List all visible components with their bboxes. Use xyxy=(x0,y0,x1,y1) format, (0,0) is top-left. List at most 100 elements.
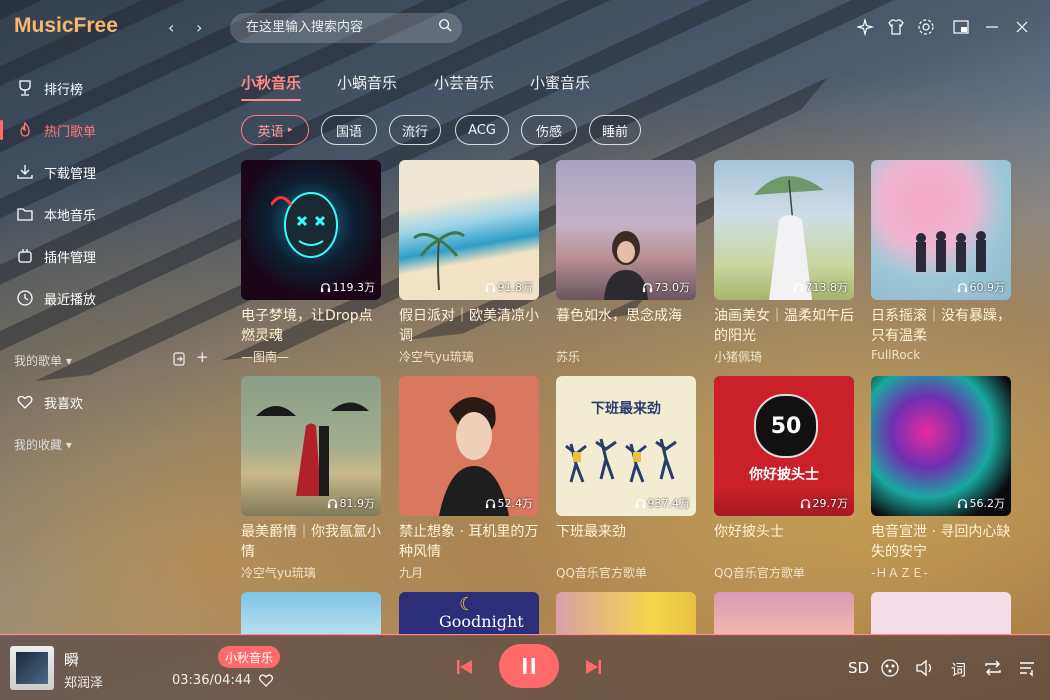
playlist-title: 油画美女｜温柔如午后的阳光 xyxy=(714,308,854,344)
playlist-cover[interactable] xyxy=(556,592,696,635)
quality-button[interactable]: SD xyxy=(848,659,869,677)
playlist-title: 假日派对｜欧美清凉小调 xyxy=(399,308,539,344)
sidebar-item-ranking[interactable]: 排行榜 xyxy=(0,70,215,106)
sidebar-item-favorites[interactable]: 我喜欢 xyxy=(0,384,215,420)
tab-xiaoyun[interactable]: 小芸音乐 xyxy=(434,72,494,93)
playback-time: 03:36/04:44 xyxy=(172,673,252,688)
play-count: 119.3万 xyxy=(320,279,375,295)
playlist-card[interactable]: 81.9万 最美爵情｜你我氤氲小情 冷空气yu琉璃 xyxy=(241,376,381,581)
playlist-author: 冷空气yu琉璃 xyxy=(241,566,316,580)
tag-english[interactable]: 英语 ▸ xyxy=(241,115,309,145)
tab-xiaomi[interactable]: 小蜜音乐 xyxy=(530,72,590,93)
previous-track-icon[interactable] xyxy=(456,659,474,675)
pause-button[interactable] xyxy=(499,644,559,688)
headphones-icon xyxy=(485,498,495,508)
minimize-icon[interactable] xyxy=(983,18,1001,36)
playlist-author: 九月 xyxy=(399,566,424,580)
headphones-icon xyxy=(485,282,495,292)
cover-text: 你好披头士 xyxy=(749,467,819,483)
sidebar-item-hot-playlists[interactable]: 热门歌单 xyxy=(0,112,215,148)
sidebar-item-plugins[interactable]: 插件管理 xyxy=(0,238,215,274)
tag-acg[interactable]: ACG xyxy=(455,115,509,145)
dancing-couple-art xyxy=(256,402,369,496)
playlist-author: FullRock xyxy=(871,348,921,362)
playlist-card[interactable]: 119.3万 电子梦境，让Drop点燃灵魂 —图南— xyxy=(241,160,381,365)
playlist-title: 禁止想象 · 耳机里的万种风情 xyxy=(399,524,539,560)
sidebar-item-downloads[interactable]: 下载管理 xyxy=(0,154,215,190)
back-button[interactable]: ‹ xyxy=(168,18,174,37)
playlist-cover[interactable]: ☾ Goodnight xyxy=(399,592,539,635)
forward-button[interactable]: › xyxy=(196,18,202,37)
sidebar-item-label: 我喜欢 xyxy=(44,396,84,412)
play-count: 937.4万 xyxy=(635,495,690,511)
jumping-people-art xyxy=(565,438,677,483)
sidebar-item-recent[interactable]: 最近播放 xyxy=(0,280,215,316)
folder-icon xyxy=(17,208,33,221)
tag-mandarin[interactable]: 国语 xyxy=(321,115,377,145)
headphones-icon xyxy=(957,282,967,292)
cover-text: Goodnight xyxy=(439,612,524,631)
like-heart-icon[interactable] xyxy=(258,672,274,688)
playlist-cover: 713.8万 xyxy=(714,160,854,300)
close-icon[interactable] xyxy=(1013,18,1031,36)
settings-gear-icon[interactable] xyxy=(917,18,935,36)
theme-shirt-icon[interactable] xyxy=(887,18,905,36)
playlist-title: 电音宣泄 · 寻回内心缺失的安宁 xyxy=(871,524,1011,560)
my-playlists-header[interactable]: 我的歌单 ▾ xyxy=(14,352,72,369)
playlist-card[interactable]: 73.0万 暮色如水，思念成海 苏乐 xyxy=(556,160,696,365)
playlist-cover[interactable] xyxy=(241,592,381,635)
record-disc: 50 xyxy=(754,394,818,458)
download-icon xyxy=(17,165,33,179)
playlist-card[interactable]: 91.8万 假日派对｜欧美清凉小调 冷空气yu琉璃 xyxy=(399,160,539,365)
play-count: 73.0万 xyxy=(642,279,690,295)
playlist-title: 暮色如水，思念成海 xyxy=(556,308,682,324)
mini-mode-icon[interactable] xyxy=(952,18,970,36)
tab-xiaoqiu[interactable]: 小秋音乐 xyxy=(241,72,302,101)
headphones-icon xyxy=(800,498,810,508)
sidebar-item-label: 下载管理 xyxy=(44,166,97,182)
add-playlist-button[interactable]: + xyxy=(196,348,209,366)
band-silhouette-art xyxy=(916,231,986,272)
volume-icon[interactable] xyxy=(915,659,935,677)
play-count: 81.9万 xyxy=(327,495,375,511)
playlist-cover[interactable] xyxy=(871,592,1011,635)
playlist-cover: 下班最来劲 937.4万 xyxy=(556,376,696,516)
plugin-icon xyxy=(18,249,32,263)
search-box[interactable] xyxy=(230,13,462,43)
play-count: 60.9万 xyxy=(957,279,1005,295)
headphones-icon xyxy=(320,282,330,292)
sidebar-item-label: 热门歌单 xyxy=(44,124,97,140)
tag-sad[interactable]: 伤感 xyxy=(521,115,577,145)
now-playing-artist: 郑润泽 xyxy=(64,676,104,691)
sparkle-icon[interactable] xyxy=(857,18,875,36)
tag-pop[interactable]: 流行 xyxy=(389,115,441,145)
search-input[interactable] xyxy=(244,19,428,36)
repeat-icon[interactable] xyxy=(983,659,1003,677)
playlist-cover: 81.9万 xyxy=(241,376,381,516)
my-collections-header[interactable]: 我的收藏 ▾ xyxy=(14,436,72,453)
headphones-icon xyxy=(635,498,645,508)
tag-bedtime[interactable]: 睡前 xyxy=(589,115,641,145)
sound-effect-icon[interactable] xyxy=(880,659,900,677)
headphones-icon xyxy=(327,498,337,508)
tab-xiaowo[interactable]: 小蜗音乐 xyxy=(337,72,397,93)
import-playlist-icon[interactable] xyxy=(172,351,186,367)
lyrics-button[interactable]: 词 xyxy=(951,659,966,680)
playlist-card[interactable]: 713.8万 油画美女｜温柔如午后的阳光 小猪佩琦 xyxy=(714,160,854,365)
playlist-cover[interactable] xyxy=(714,592,854,635)
search-icon[interactable] xyxy=(438,18,452,32)
playlist-card[interactable]: 56.2万 电音宣泄 · 寻回内心缺失的安宁 -ＨＡＺＥ- xyxy=(871,376,1011,581)
playlist-queue-icon[interactable] xyxy=(1018,659,1036,677)
playlist-card[interactable]: 52.4万 禁止想象 · 耳机里的万种风情 九月 xyxy=(399,376,539,581)
playlist-title: 下班最来劲 xyxy=(556,524,626,540)
playlist-card[interactable]: 50 你好披头士 29.7万 你好披头士 QQ音乐官方歌单 xyxy=(714,376,854,581)
now-playing-cover[interactable] xyxy=(10,646,54,690)
playlist-card[interactable]: 下班最来劲 937.4万 下班最来劲 QQ音乐官方歌单 xyxy=(556,376,696,581)
now-playing-title: 瞬 xyxy=(64,651,80,669)
sidebar-item-local-music[interactable]: 本地音乐 xyxy=(0,196,215,232)
playlist-cover: 119.3万 xyxy=(241,160,381,300)
playlist-card[interactable]: 60.9万 日系摇滚｜没有暴躁，只有温柔 FullRock xyxy=(871,160,1011,362)
next-track-icon[interactable] xyxy=(584,659,602,675)
playlist-cover: 91.8万 xyxy=(399,160,539,300)
playlist-cover: 60.9万 xyxy=(871,160,1011,300)
